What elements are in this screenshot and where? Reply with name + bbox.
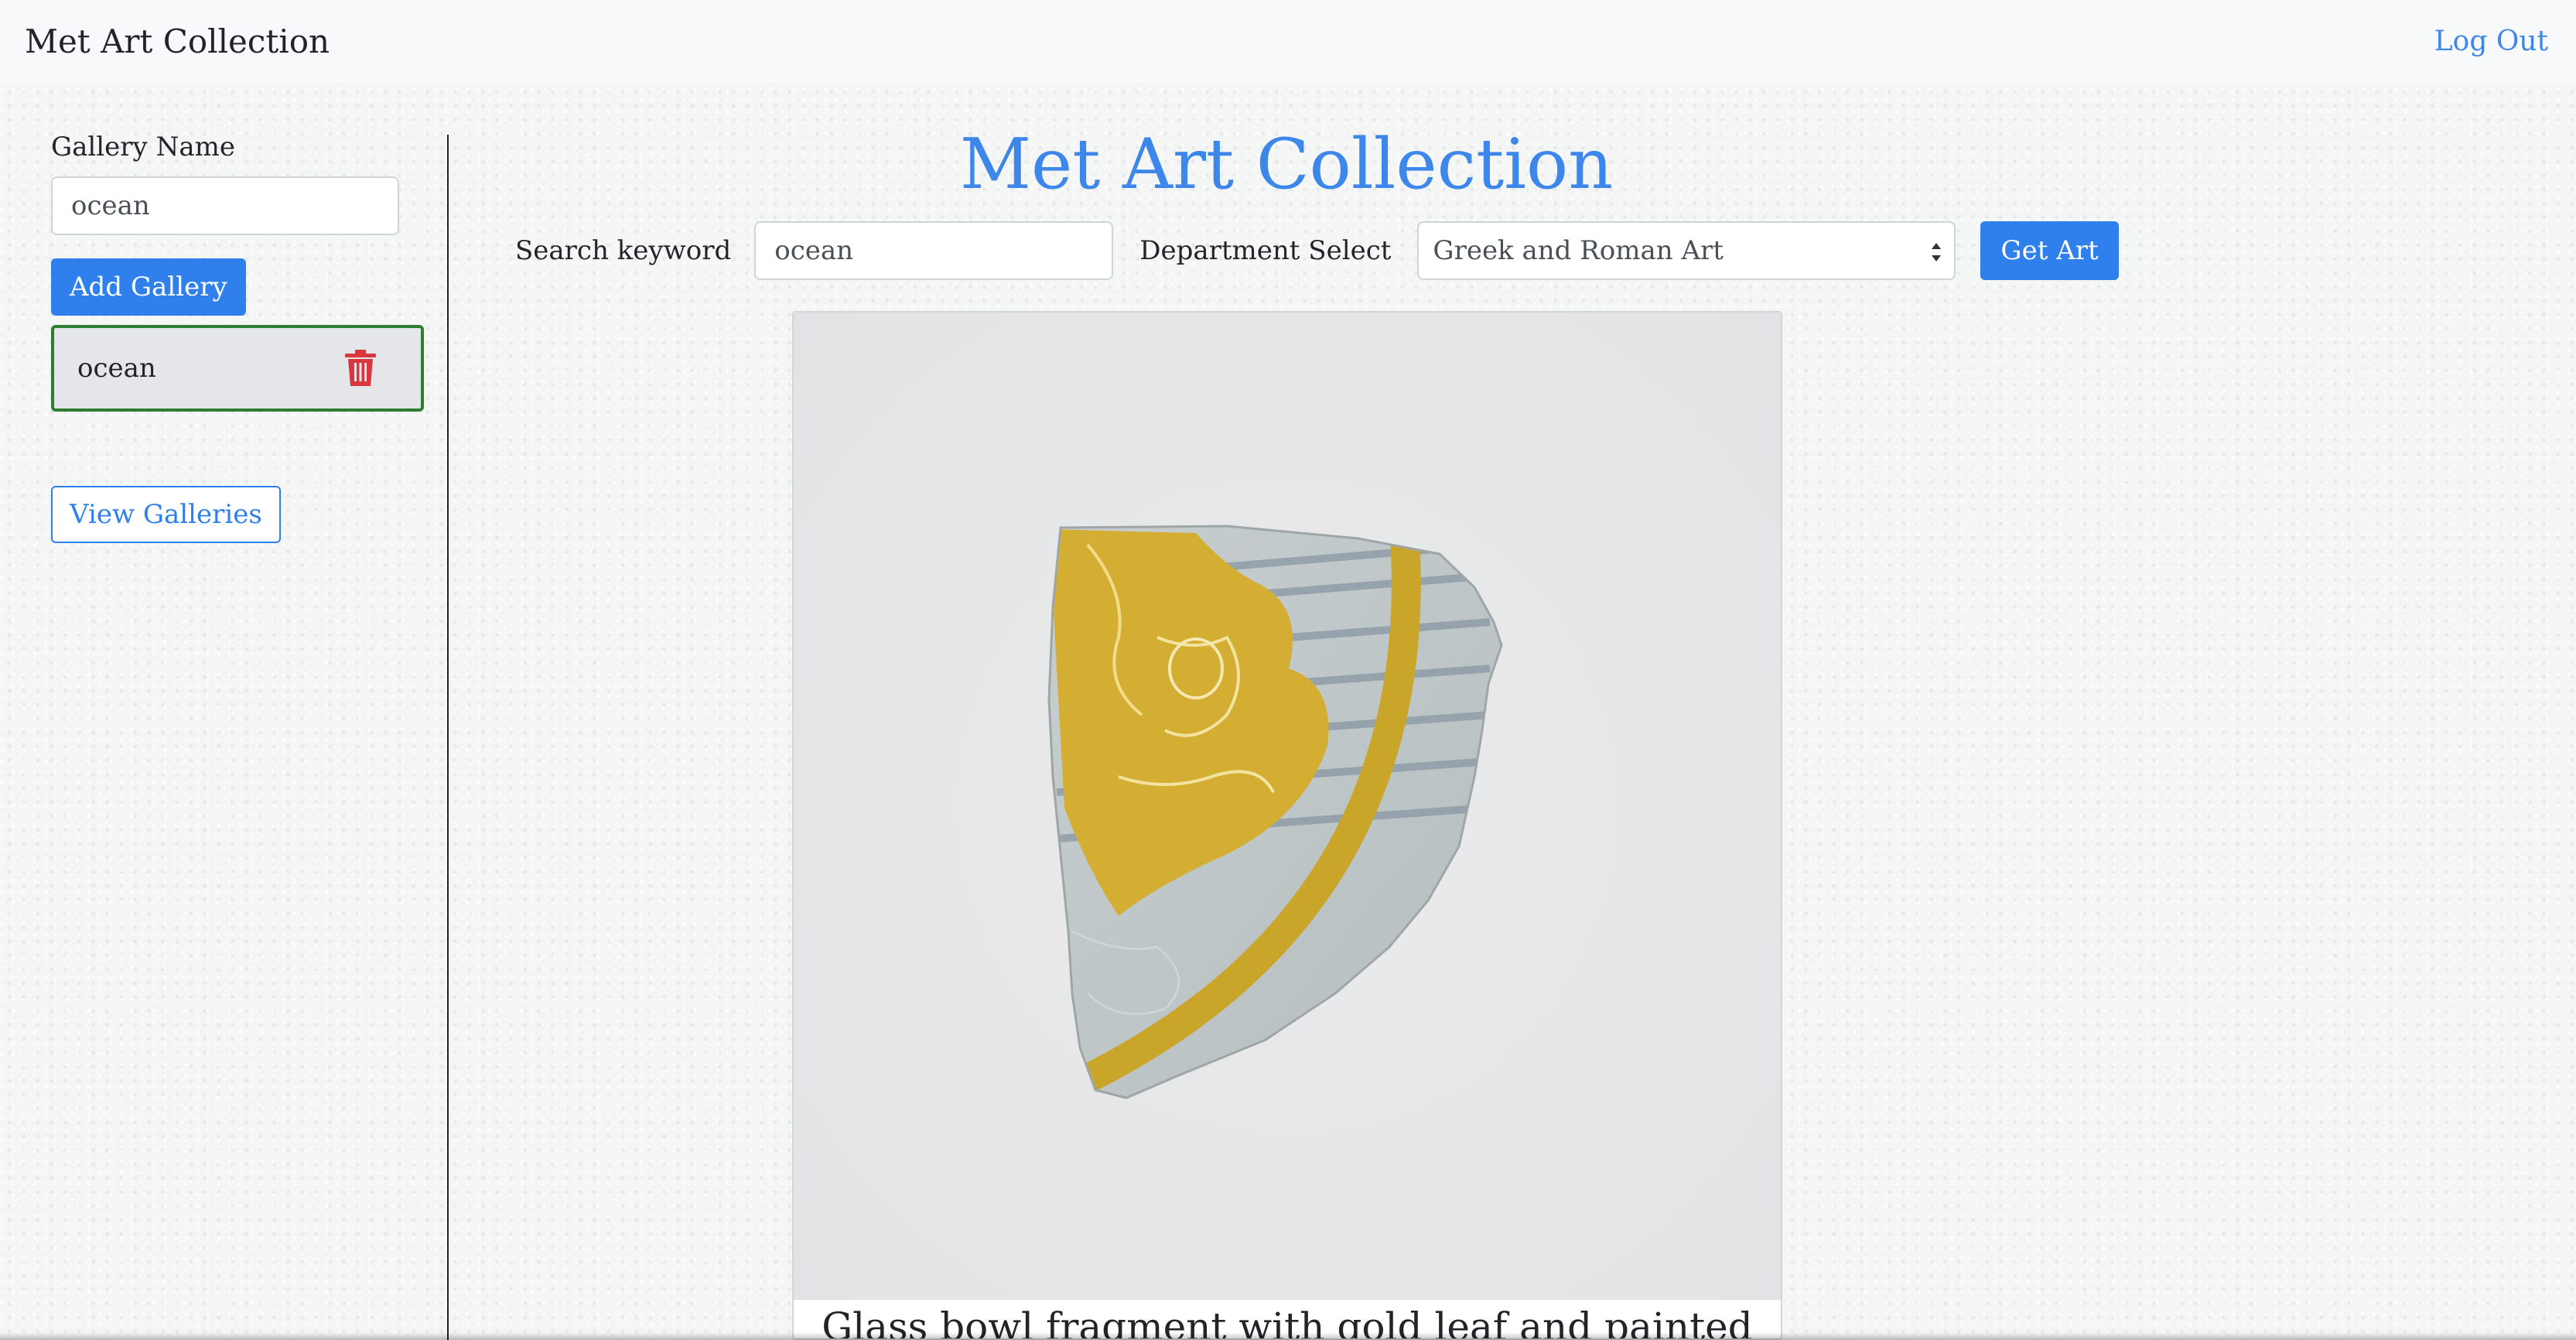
gallery-item[interactable]: ocean [51,325,424,412]
department-select-label: Department Select [1139,235,1392,266]
department-selected-value: Greek and Roman Art [1433,235,1724,266]
sidebar-divider [447,135,449,1340]
page-title: Met Art Collection [959,124,1614,205]
navbar-brand[interactable]: Met Art Collection [25,22,330,60]
logout-link[interactable]: Log Out [2434,26,2548,57]
department-select[interactable]: Greek and Roman Art [1417,221,1956,280]
sidebar: Gallery Name Add Gallery ocean View Gall… [51,132,430,543]
search-keyword-input[interactable] [754,221,1114,280]
gallery-name-input[interactable] [51,176,399,235]
select-arrows-icon [1932,243,1942,262]
glass-fragment-illustration [1047,525,1503,1099]
navbar: Met Art Collection Log Out [0,0,2576,82]
search-keyword-label: Search keyword [515,235,732,266]
trash-icon[interactable] [343,349,378,388]
gallery-name-label: Gallery Name [51,132,235,162]
add-gallery-button[interactable]: Add Gallery [51,258,246,316]
view-galleries-button[interactable]: View Galleries [51,486,281,543]
gallery-item-name: ocean [77,353,156,384]
get-art-button[interactable]: Get Art [1980,221,2119,280]
search-form: Search keyword Department Select Greek a… [515,221,2119,280]
window-bottom-edge [0,1332,2576,1340]
artwork-image [794,313,1781,1300]
artwork-card: Glass bowl fragment with gold leaf and p… [792,311,1782,1340]
